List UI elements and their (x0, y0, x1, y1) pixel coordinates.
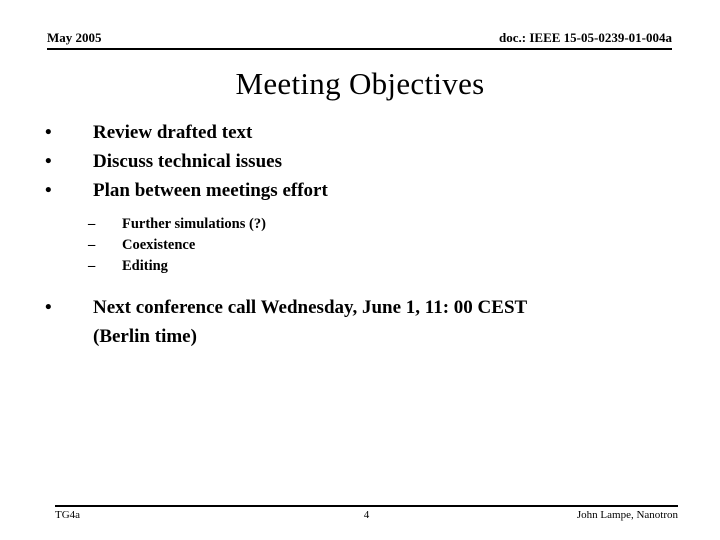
bullet-marker-icon: • (45, 122, 52, 143)
footer-author: John Lampe, Nanotron (576, 509, 678, 521)
list-item: • Plan between meetings effort (0, 176, 720, 205)
slide-footer: TG4a 4 John Lampe, Nanotron (55, 509, 678, 527)
page-title: Meeting Objectives (235, 66, 485, 101)
slide: May 2005 doc.: IEEE 15-05-0239-01-004a M… (0, 0, 720, 540)
sub-list: – Further simulations (?) – Coexistence … (0, 214, 720, 277)
slide-header: May 2005 doc.: IEEE 15-05-0239-01-004a (47, 30, 672, 50)
list-item-label: Next conference call Wednesday, June 1, … (93, 297, 528, 318)
sub-list-item: – Coexistence (0, 235, 720, 256)
sub-list-item-label: Further simulations (?) (122, 216, 266, 232)
sub-list-item: – Further simulations (?) (0, 214, 720, 235)
bullet-marker-icon: • (45, 297, 52, 318)
list-item-label-line2: (Berlin time) (93, 326, 197, 347)
dash-marker-icon: – (88, 237, 96, 253)
list-item-label: Plan between meetings effort (93, 180, 328, 201)
slide-body: • Review drafted text • Discuss technica… (0, 118, 720, 351)
bullet-marker-icon: • (45, 180, 52, 201)
dash-marker-icon: – (88, 216, 96, 232)
header-date: May 2005 (47, 30, 102, 45)
list-item-label: Discuss technical issues (93, 151, 282, 172)
sub-list-item-label: Coexistence (122, 237, 196, 253)
header-doc-id: doc.: IEEE 15-05-0239-01-004a (499, 30, 672, 45)
header-divider (47, 48, 672, 50)
dash-marker-icon: – (88, 258, 96, 274)
list-item: • Discuss technical issues (0, 147, 720, 176)
bullet-marker-icon: • (45, 151, 52, 172)
sub-list-item-label: Editing (122, 258, 168, 274)
list-item: • Review drafted text (0, 118, 720, 147)
list-item-label: Review drafted text (93, 122, 253, 143)
sub-list-item: – Editing (0, 256, 720, 277)
list-item: • Next conference call Wednesday, June 1… (0, 293, 653, 351)
footer-divider (55, 505, 678, 507)
